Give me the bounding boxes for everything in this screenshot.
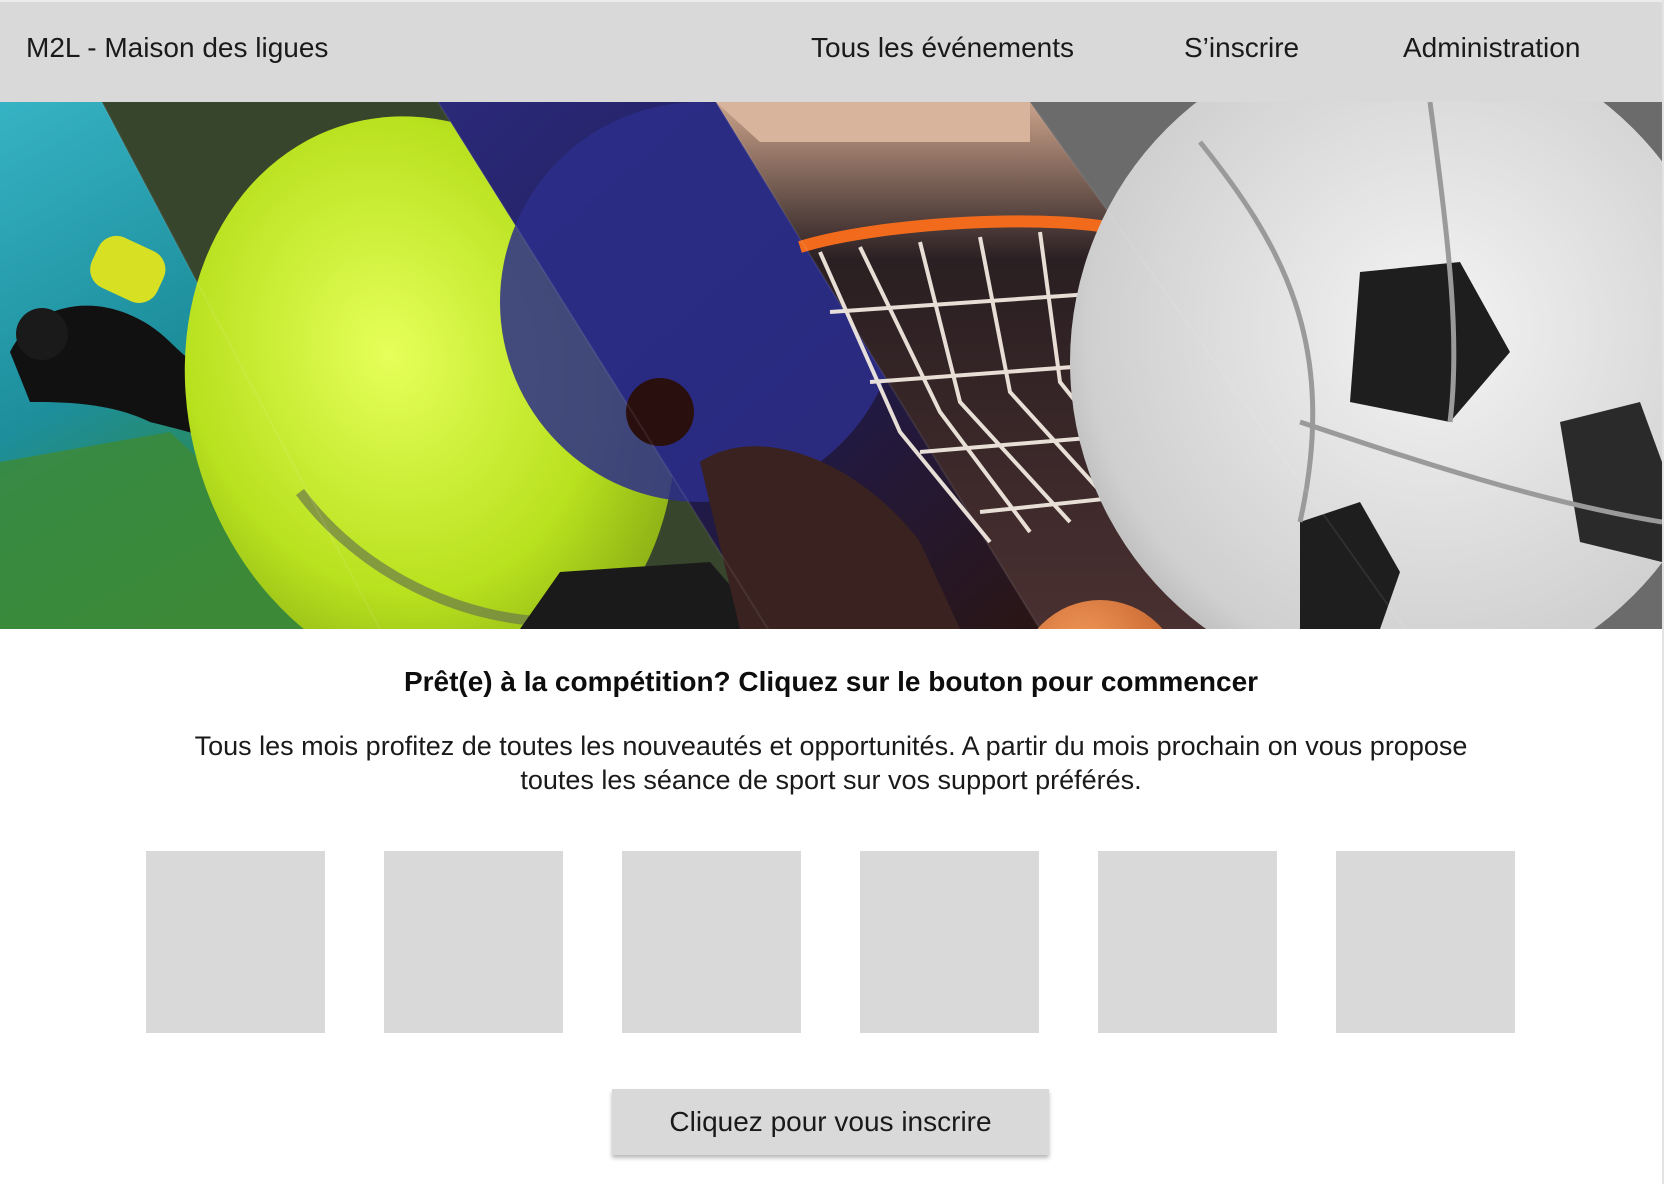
placeholder-tile[interactable] — [622, 851, 801, 1033]
nav-link-administration[interactable]: Administration — [1403, 30, 1580, 66]
placeholder-tile[interactable] — [1336, 851, 1515, 1033]
page: M2L - Maison des ligues Tous les événeme… — [0, 0, 1662, 1184]
hero-collage-image — [0, 102, 1662, 629]
top-navigation-bar: M2L - Maison des ligues Tous les événeme… — [0, 0, 1662, 102]
page-headline: Prêt(e) à la compétition? Cliquez sur le… — [403, 666, 1259, 697]
intro-paragraph: Tous les mois profitez de toutes les nou… — [194, 731, 1468, 795]
nav-link-register[interactable]: S’inscrire — [1184, 30, 1299, 66]
placeholder-tile[interactable] — [1098, 851, 1277, 1033]
register-button[interactable]: Cliquez pour vous inscrire — [612, 1089, 1049, 1155]
nav-link-all-events[interactable]: Tous les événements — [811, 30, 1074, 66]
hero-sports-banner — [0, 102, 1662, 629]
placeholder-tile[interactable] — [860, 851, 1039, 1033]
page-frame: M2L - Maison des ligues Tous les événeme… — [0, 0, 1664, 1184]
placeholder-tile[interactable] — [146, 851, 325, 1033]
placeholder-tile[interactable] — [384, 851, 563, 1033]
site-brand[interactable]: M2L - Maison des ligues — [26, 30, 328, 66]
